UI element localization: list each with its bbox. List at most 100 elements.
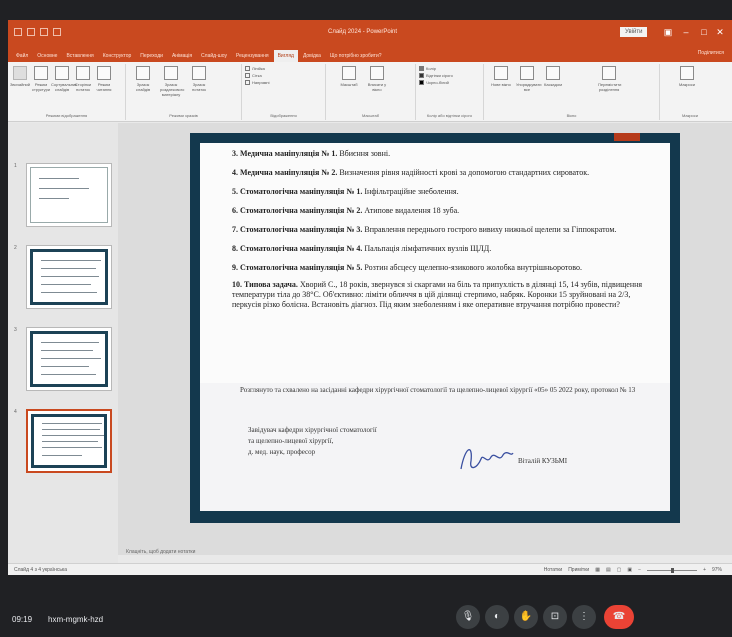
list-item: 3. Медична маніпуляція № 1. Вбиєння зовн… [232, 149, 391, 158]
more-options-button[interactable]: ⋮ [572, 605, 596, 629]
reading-view-icon [97, 66, 111, 80]
meeting-clock: 09:19 [12, 615, 33, 624]
tab-file[interactable]: Файл [12, 50, 32, 62]
slide-content-area[interactable]: 3. Медична маніпуляція № 1. Вбиєння зовн… [200, 143, 670, 511]
tell-me-search[interactable]: Що потрібно зробити? [326, 50, 386, 62]
slide-editor[interactable]: 3. Медична маніпуляція № 1. Вбиєння зовн… [118, 123, 732, 555]
camera-button[interactable]: ◐ [485, 605, 509, 629]
zoom-slider[interactable] [647, 567, 698, 573]
maximize-icon[interactable]: □ [698, 26, 710, 38]
powerpoint-window: Слайд 2024 - PowerPoint Увійти ▣ – □ ✕ Ф… [8, 20, 732, 575]
slide-counter: Слайд 4 з 4 українська [14, 567, 68, 573]
black-white-option[interactable]: Чорно-білий [419, 80, 480, 85]
slide-master-button[interactable]: Зразок слайдів [134, 66, 152, 97]
slide-text-body[interactable]: 3. Медична маніпуляція № 1. Вбиєння зовн… [200, 143, 670, 310]
slide-thumbnail-preview[interactable] [26, 245, 112, 309]
new-window-icon [494, 66, 508, 80]
tab-design[interactable]: Конструктор [99, 50, 136, 62]
slideshow-icon[interactable]: ▣ [627, 567, 632, 573]
move-split-button[interactable]: Перемістити розділення [598, 66, 621, 92]
thumbnail-frame [30, 249, 108, 305]
leave-call-button[interactable]: ☎ [604, 605, 634, 629]
ribbon-group-show: Лінійка Сітка Напрямні Відображення [242, 64, 326, 120]
guides-checkbox[interactable]: Напрямні [245, 80, 322, 85]
cascade-icon [546, 66, 560, 80]
tab-animations[interactable]: Анімація [168, 50, 196, 62]
undo-icon[interactable] [27, 28, 35, 36]
zoom-button[interactable]: Масштаб [340, 66, 358, 92]
zoom-in-icon[interactable]: + [703, 567, 706, 573]
cascade-button[interactable]: Каскадом [544, 66, 562, 92]
move-split-icon [602, 66, 616, 80]
tab-insert[interactable]: Вставлення [62, 50, 97, 62]
thumbnail-line [42, 441, 98, 442]
slide-sorter-icon[interactable]: ▤ [606, 567, 611, 573]
tab-review[interactable]: Рецензування [232, 50, 273, 62]
reading-view-icon[interactable]: ▢ [617, 567, 622, 573]
macros-icon [680, 66, 694, 80]
thumbnail-line [39, 188, 89, 189]
slide-accent-bar [614, 133, 640, 141]
notes-pane[interactable]: Клацніть, щоб додати нотатки [118, 549, 732, 563]
zoom-slider-handle[interactable] [671, 567, 675, 573]
slide-sorter-button[interactable]: Сортувальник слайдів [51, 66, 77, 92]
notes-page-button[interactable]: Сторінки нотаток [74, 66, 92, 92]
present-button[interactable]: ⊡ [543, 605, 567, 629]
ribbon-group-zoom: Масштаб Вписати у вікно Масштаб [326, 64, 416, 120]
minimize-icon[interactable]: – [680, 26, 692, 38]
present-icon[interactable] [53, 28, 61, 36]
microphone-icon: 🎙 [461, 611, 475, 622]
outline-view-button[interactable]: Режим структури [32, 66, 50, 92]
normal-view-icon [13, 66, 27, 80]
approval-text: Розглянуто та схвалено на засіданні кафе… [240, 386, 636, 394]
tab-transitions[interactable]: Переходи [136, 50, 167, 62]
grayscale-option[interactable]: Відтінки сірого [419, 73, 480, 78]
tab-slideshow[interactable]: Слайд-шоу [197, 50, 231, 62]
handout-master-button[interactable]: Зразок роздаткового матеріалу [160, 66, 184, 97]
thumbnail-line [41, 292, 97, 293]
raise-hand-button[interactable]: ✋ [514, 605, 538, 629]
gridlines-checkbox[interactable]: Сітка [245, 73, 322, 78]
status-bar: Слайд 4 з 4 українська Нотатки Примітки … [8, 563, 732, 575]
zoom-out-icon[interactable]: − [638, 567, 641, 573]
reading-view-button[interactable]: Режим читання [95, 66, 113, 92]
zoom-level[interactable]: 97% [712, 567, 722, 573]
quick-access-toolbar [14, 28, 61, 36]
notes-master-button[interactable]: Зразок нотаток [190, 66, 208, 97]
tab-home[interactable]: Основне [33, 50, 61, 62]
comments-toggle-button[interactable]: Примітки [568, 567, 589, 573]
arrange-all-button[interactable]: Упорядкувати все [516, 66, 542, 92]
ribbon-group-window: Нове вікно Упорядкувати все Каскадом Пер… [484, 64, 660, 120]
slide-thumbnail-preview[interactable] [26, 327, 112, 391]
notes-placeholder: Клацніть, щоб додати нотатки [126, 549, 196, 555]
normal-view-button[interactable]: Звичайний [10, 66, 30, 92]
slide-sorter-icon [55, 66, 69, 80]
ribbon-group-views: Звичайний Режим структури Сортувальник с… [8, 64, 126, 120]
ribbon-options-icon[interactable]: ▣ [662, 26, 674, 38]
normal-view-icon[interactable]: ▦ [595, 567, 600, 573]
thumbnail-line [42, 435, 104, 436]
share-button[interactable]: Поділитися [698, 50, 724, 56]
slide-thumbnail-preview[interactable] [26, 409, 112, 473]
hand-icon: ✋ [519, 611, 533, 622]
redo-icon[interactable] [40, 28, 48, 36]
save-icon[interactable] [14, 28, 22, 36]
new-window-button[interactable]: Нове вікно [491, 66, 511, 92]
fit-to-window-button[interactable]: Вписати у вікно [368, 66, 386, 92]
close-icon[interactable]: ✕ [714, 26, 726, 38]
tab-view[interactable]: Вигляд [273, 50, 298, 62]
signin-button[interactable]: Увійти [620, 27, 648, 37]
tab-help[interactable]: Довідка [299, 50, 325, 62]
microphone-button[interactable]: 🎙 [456, 605, 480, 629]
outline-view-icon [34, 66, 48, 80]
thumbnail-line [42, 423, 102, 424]
ruler-checkbox[interactable]: Лінійка [245, 66, 322, 71]
present-icon: ⊡ [550, 611, 560, 622]
notes-toggle-button[interactable]: Нотатки [544, 567, 562, 573]
ribbon-tabs: Файл Основне Вставлення Конструктор Пере… [8, 46, 732, 62]
color-option[interactable]: Колір [419, 66, 480, 71]
slide-canvas[interactable]: 3. Медична маніпуляція № 1. Вбиєння зовн… [190, 133, 680, 523]
list-item: 5. Стоматологічна маніпуляція № 1. Інфіл… [232, 187, 459, 196]
slide-thumbnail-preview[interactable] [26, 163, 112, 227]
macros-button[interactable]: Макроси [678, 66, 696, 87]
